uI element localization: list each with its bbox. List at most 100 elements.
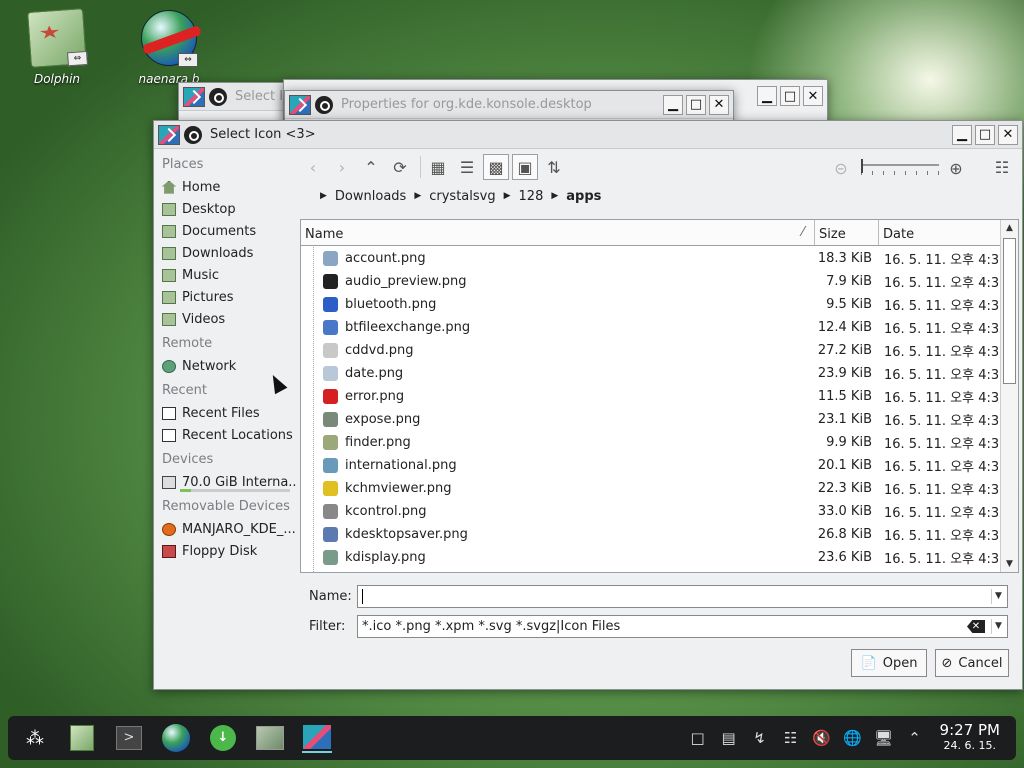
places-item-home[interactable]: Home (158, 176, 296, 198)
zoom-out-icon[interactable]: ⊝ (828, 155, 854, 181)
file-row[interactable]: btfileexchange.png 12.4 KiB 16. 5. 11. 오후 … (301, 316, 1007, 339)
breadcrumb-item[interactable]: 128 (519, 189, 544, 204)
chevron-up-icon[interactable]: ⌃ (904, 727, 926, 749)
file-icon (323, 527, 338, 542)
chevron-down-icon[interactable]: ▼ (991, 619, 1005, 634)
scroll-down-icon[interactable]: ▼ (1001, 556, 1018, 572)
filter-combobox[interactable]: *.ico *.png *.xpm *.svg *.svgz|Icon File… (357, 615, 1008, 638)
display-icon[interactable]: 🖥 (873, 727, 895, 749)
places-item-manjaro-media[interactable]: MANJARO_KDE_... (158, 518, 296, 540)
terminal-task-icon[interactable]: > (114, 723, 144, 753)
icons-view-icon[interactable]: ▦ (425, 154, 451, 180)
file-row[interactable]: account.png 18.3 KiB 16. 5. 11. 오후 4:35 (301, 247, 1007, 270)
sort-icon[interactable]: ⇅ (541, 154, 567, 180)
zoom-in-icon[interactable]: ⊕ (943, 155, 969, 181)
zoom-slider[interactable] (861, 159, 939, 177)
vertical-scrollbar[interactable]: ▲ ▼ (1000, 220, 1018, 572)
breadcrumb-current[interactable]: apps (566, 189, 601, 204)
places-item-internal-disk[interactable]: 70.0 GiB Interna... (158, 471, 296, 493)
kde-icon-dialog-task-icon[interactable] (302, 723, 332, 753)
forward-icon[interactable]: › (329, 154, 355, 180)
file-row[interactable]: finder.png 9.9 KiB 16. 5. 11. 오후 4:35 (301, 431, 1007, 454)
minimize-button[interactable]: ▁ (663, 94, 683, 115)
window-titlebar[interactable]: Select Icon <3> ▁ □ ✕ (154, 121, 1022, 149)
name-combobox[interactable]: ▼ (357, 585, 1008, 608)
volume-muted-icon[interactable]: 🔇 (811, 727, 833, 749)
pin-icon[interactable] (184, 125, 202, 144)
window-titlebar[interactable]: Select Ic (179, 83, 287, 111)
breadcrumb-item[interactable]: crystalsvg (429, 189, 495, 204)
bluetooth-icon[interactable]: ↯ (749, 727, 771, 749)
breadcrumb-arrow-icon[interactable]: ▶ (414, 191, 421, 201)
show-desktop-icon[interactable]: □ (687, 727, 709, 749)
column-header-name[interactable]: Name ⁄ (301, 220, 815, 245)
digital-clock[interactable]: 9:27 PM 24. 6. 15. (940, 723, 1000, 753)
clear-text-icon[interactable]: ✕ (967, 620, 985, 633)
settings-sliders-icon[interactable]: ☷ (989, 154, 1015, 180)
breadcrumb-arrow-icon[interactable]: ▶ (551, 191, 558, 201)
places-item-floppy[interactable]: Floppy Disk (158, 540, 296, 562)
tree-view-icon[interactable]: ▩ (483, 154, 509, 180)
file-row[interactable]: international.png 20.1 KiB 16. 5. 11. 오후 4… (301, 454, 1007, 477)
minimize-button[interactable]: ▁ (757, 86, 777, 106)
breadcrumb-arrow-icon[interactable]: ▶ (504, 191, 511, 201)
maximize-button[interactable]: □ (780, 86, 800, 106)
browser-task-icon[interactable] (161, 723, 191, 753)
desktop-icon-naenara[interactable]: ⇔ naenara b (124, 10, 214, 86)
places-item-desktop[interactable]: Desktop (158, 198, 296, 220)
scrollbar-thumb[interactable] (1003, 238, 1016, 384)
details-view-icon[interactable]: ☰ (454, 154, 480, 180)
minimize-button[interactable]: ▁ (952, 124, 972, 145)
desktop-icon-dolphin[interactable]: ⇔ Dolphin (12, 8, 102, 86)
maximize-button[interactable]: □ (686, 94, 706, 115)
chevron-down-icon[interactable]: ▼ (991, 589, 1005, 604)
file-row[interactable]: error.png 11.5 KiB 16. 5. 11. 오후 4:35 (301, 385, 1007, 408)
up-folder-icon[interactable]: ⌃ (358, 154, 384, 180)
file-row[interactable]: kcontrol.png 33.0 KiB 16. 5. 11. 오후 4:35 (301, 500, 1007, 523)
background-window-select-icon[interactable]: Select Ic (178, 82, 288, 122)
places-item-videos[interactable]: Videos (158, 308, 296, 330)
zoom-slider-handle[interactable] (861, 159, 863, 173)
places-item-downloads[interactable]: Downloads (158, 242, 296, 264)
window-titlebar[interactable]: Properties for org.kde.konsole.desktop ▁… (285, 91, 733, 119)
file-row[interactable]: audio_preview.png 7.9 KiB 16. 5. 11. 오후 4:… (301, 270, 1007, 293)
close-button[interactable]: ✕ (998, 124, 1018, 145)
scroll-up-icon[interactable]: ▲ (1001, 220, 1018, 236)
file-name: date.png (345, 366, 404, 381)
file-row[interactable]: kchmviewer.png 22.3 KiB 16. 5. 11. 오후 4:35 (301, 477, 1007, 500)
back-icon[interactable]: ‹ (300, 154, 326, 180)
column-header-date[interactable]: Date (879, 220, 1001, 245)
file-row[interactable]: kdesktopsaver.png 26.8 KiB 16. 5. 11. 오후 4… (301, 523, 1007, 546)
preview-icon[interactable]: ▣ (512, 154, 538, 180)
file-row[interactable]: kdisplay.png 23.6 KiB 16. 5. 11. 오후 4:35 (301, 546, 1007, 569)
places-item-music[interactable]: Music (158, 264, 296, 286)
close-button[interactable]: ✕ (803, 86, 823, 106)
dolphin-task-icon[interactable] (67, 723, 97, 753)
file-row[interactable]: bluetooth.png 9.5 KiB 16. 5. 11. 오후 4:35 (301, 293, 1007, 316)
maximize-button[interactable]: □ (975, 124, 995, 145)
places-item-recent-files[interactable]: Recent Files (158, 402, 296, 424)
application-launcher-icon[interactable]: ⁂ (20, 723, 50, 753)
file-row[interactable]: date.png 23.9 KiB 16. 5. 11. 오후 4:35 (301, 362, 1007, 385)
pin-icon[interactable] (209, 87, 227, 106)
breadcrumb-arrow-icon[interactable]: ▶ (320, 191, 327, 201)
network-globe-icon[interactable]: 🌐 (842, 727, 864, 749)
clipboard-icon[interactable]: ▤ (718, 727, 740, 749)
places-item-label: Recent Locations (182, 427, 293, 443)
places-item-pictures[interactable]: Pictures (158, 286, 296, 308)
background-window-properties[interactable]: Properties for org.kde.konsole.desktop ▁… (284, 90, 734, 122)
places-item-documents[interactable]: Documents (158, 220, 296, 242)
places-item-recent-locations[interactable]: Recent Locations (158, 424, 296, 446)
reload-icon[interactable]: ⟳ (387, 154, 413, 180)
close-button[interactable]: ✕ (709, 94, 729, 115)
file-row[interactable]: cddvd.png 27.2 KiB 16. 5. 11. 오후 4:35 (301, 339, 1007, 362)
pin-icon[interactable] (315, 95, 333, 114)
software-updater-icon[interactable]: ↓ (208, 723, 238, 753)
file-row[interactable]: expose.png 23.1 KiB 16. 5. 11. 오후 4:35 (301, 408, 1007, 431)
notes-icon[interactable]: ☷ (780, 727, 802, 749)
cancel-button[interactable]: ⊘ Cancel (935, 649, 1009, 677)
system-settings-task-icon[interactable] (255, 723, 285, 753)
column-header-size[interactable]: Size (815, 220, 879, 245)
breadcrumb-item[interactable]: Downloads (335, 189, 406, 204)
open-button[interactable]: 📄 Open (851, 649, 927, 677)
